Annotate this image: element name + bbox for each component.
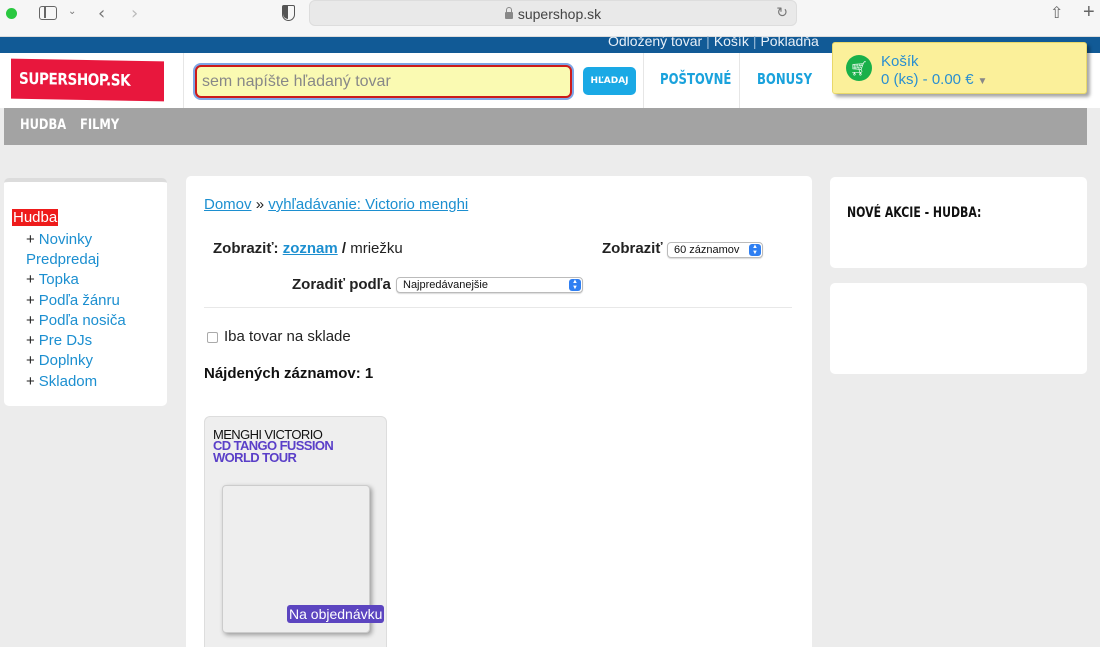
top-links: Odložený tovar | Košík | Pokladňa <box>604 33 823 49</box>
sidebar-toggle-icon[interactable] <box>39 6 57 20</box>
main-content: Domov » vyhľadávanie: Victorio menghi Zo… <box>186 176 812 647</box>
plus-icon: + <box>26 352 35 369</box>
sidebar-item-label: Novinky <box>38 231 93 248</box>
instock-label[interactable]: Iba tovar na sklade <box>224 328 351 345</box>
sidebar-item-label: Topka <box>38 271 79 288</box>
cart-icon: 🛒︎ <box>846 55 872 81</box>
product-title[interactable]: CD TANGO FUSSION WORLD TOUR <box>213 439 363 464</box>
select-arrows-icon: ▲ ▼ <box>569 279 581 291</box>
nav-shipping[interactable]: POŠTOVNÉ <box>660 70 731 88</box>
browser-toolbar: ⌄ ‹ › supershop.sk ↻ ⇧ + <box>0 0 1100 37</box>
category-music[interactable]: HUDBA <box>20 117 66 133</box>
sidebar-item-label: Skladom <box>38 373 98 390</box>
cart-summary: 0 (ks) - 0.00 € ▼ <box>881 71 987 88</box>
new-tab-icon[interactable]: + <box>1083 1 1095 24</box>
sidebar-item-format[interactable]: + Podľa nosiča <box>26 312 126 329</box>
sidebar-item-label: Podľa nosiča <box>38 312 126 329</box>
sidebar-item-djs[interactable]: + Pre DJs <box>26 332 92 349</box>
divider <box>204 307 792 308</box>
link-cart[interactable]: Košík <box>710 33 753 49</box>
view-label: Zobraziť: <box>213 240 279 257</box>
site-logo[interactable]: SUPERSHOP.SK <box>11 58 164 102</box>
view-toggle: Zobraziť: zoznam / mriežku <box>213 240 403 257</box>
sidebar-item-topka[interactable]: + Topka <box>26 271 79 288</box>
sidebar: Hudba + Novinky Predpredaj + Topka + Podľa … <box>4 178 167 406</box>
promo-box: NOVÉ AKCIE - HUDBA: <box>830 177 1087 268</box>
cart-widget[interactable]: 🛒︎ Košík 0 (ks) - 0.00 € ▼ <box>832 42 1087 94</box>
show-label: Zobraziť <box>602 240 663 257</box>
divider <box>739 53 740 108</box>
plus-icon: + <box>26 332 35 349</box>
url-text: supershop.sk <box>517 6 602 22</box>
breadcrumb-home[interactable]: Domov <box>204 196 252 213</box>
cart-total: 0 (ks) - 0.00 € <box>881 71 974 88</box>
select-arrows-icon: ▲ ▼ <box>749 244 761 256</box>
sidebar-item-label: Pre DJs <box>38 332 93 349</box>
view-list-link[interactable]: zoznam <box>283 240 338 257</box>
caret-down-icon[interactable]: ▼ <box>978 76 988 87</box>
sidebar-item-accessories[interactable]: + Doplnky <box>26 352 93 369</box>
window-zoom-button[interactable] <box>6 8 17 19</box>
reload-icon[interactable]: ↻ <box>776 4 788 21</box>
sidebar-item-instock[interactable]: + Skladom <box>26 373 97 390</box>
address-bar[interactable]: supershop.sk ↻ <box>309 0 797 26</box>
instock-checkbox[interactable] <box>207 332 218 343</box>
sidebar-heading[interactable]: Hudba <box>12 209 59 226</box>
share-icon[interactable]: ⇧ <box>1050 3 1063 23</box>
search-input[interactable]: sem napíšte hľadaný tovar <box>195 65 572 98</box>
plus-icon: + <box>26 312 35 329</box>
sidebar-item-predpredaj[interactable]: Predpredaj <box>26 251 99 268</box>
forward-icon[interactable]: › <box>131 3 138 24</box>
plus-icon: + <box>26 231 35 248</box>
results-count: Nájdených záznamov: 1 <box>204 365 374 382</box>
breadcrumb-separator: » <box>255 196 265 213</box>
plus-icon: + <box>26 292 35 309</box>
plus-icon: + <box>26 373 35 390</box>
side-box <box>830 283 1087 374</box>
sidebar-item-novinky[interactable]: + Novinky <box>26 231 92 248</box>
sidebar-item-label: Doplnky <box>38 352 93 369</box>
nav-bonuses[interactable]: BONUSY <box>757 70 812 88</box>
sort-value: Najpredávanejšie <box>403 279 488 291</box>
product-card[interactable]: MENGHI VICTORIO CD TANGO FUSSION WORLD T… <box>204 416 387 647</box>
logo-text: SUPERSHOP.SK <box>19 68 131 90</box>
page-size-select[interactable]: 60 záznamov ▲ ▼ <box>667 242 763 258</box>
sort-select[interactable]: Najpredávanejšie ▲ ▼ <box>396 277 583 293</box>
availability-badge: Na objednávku <box>287 605 385 623</box>
category-bar: HUDBA FILMY <box>4 108 1087 145</box>
link-checkout[interactable]: Pokladňa <box>756 33 822 49</box>
chevron-down-icon[interactable]: ⌄ <box>68 6 76 17</box>
divider <box>183 53 184 108</box>
breadcrumb: Domov » vyhľadávanie: Victorio menghi <box>204 196 468 213</box>
back-icon[interactable]: ‹ <box>98 3 105 24</box>
plus-icon: + <box>26 271 35 288</box>
sidebar-item-genre[interactable]: + Podľa žánru <box>26 292 120 309</box>
page-size-value: 60 záznamov <box>674 244 740 256</box>
lock-icon <box>504 7 513 19</box>
promo-title: NOVÉ AKCIE - HUDBA: <box>847 205 982 221</box>
privacy-shield-icon[interactable] <box>282 5 295 21</box>
cart-title: Košík <box>881 53 919 70</box>
divider <box>643 53 644 108</box>
sidebar-item-label: Predpredaj <box>26 251 100 268</box>
view-separator: / <box>341 240 347 257</box>
sort-label: Zoradiť podľa <box>292 276 391 293</box>
sidebar-item-label: Podľa žánru <box>38 292 120 309</box>
category-movies[interactable]: FILMY <box>80 117 119 133</box>
link-saved-items[interactable]: Odložený tovar <box>604 33 706 49</box>
search-button[interactable]: HĽADAJ <box>583 67 636 95</box>
breadcrumb-current[interactable]: vyhľadávanie: Victorio menghi <box>268 196 468 213</box>
view-grid-link[interactable]: mriežku <box>350 240 403 257</box>
